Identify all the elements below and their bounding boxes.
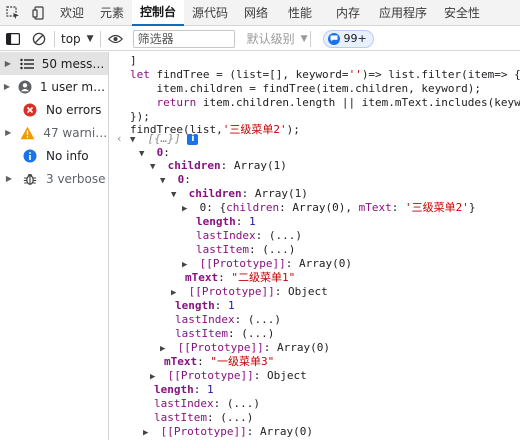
tree-property[interactable]: lastItem: (...) [175,327,274,341]
tree-property[interactable]: lastIndex: (...) [175,313,281,327]
list-icon [20,56,34,72]
expand-triangle-icon[interactable]: ▶ [171,286,182,300]
tab-security[interactable]: 安全性 [434,0,490,26]
code-line: }); [130,110,150,123]
sidebar-item-label: 3 verbose [46,171,106,186]
tree-node[interactable]: ▶ [[Prototype]]: Array(0) [143,425,313,439]
expand-triangle-icon[interactable]: ▶ [150,370,161,384]
context-selector[interactable]: top ▼ [57,29,98,49]
expand-triangle-icon[interactable]: ▶ [182,202,193,216]
sidebar-item-warnings[interactable]: ▶ 47 warnings [0,121,108,144]
sidebar-item-label: No errors [46,102,102,117]
expand-arrow-icon[interactable]: ▶ [2,59,14,68]
tree-property: length: 1 [196,215,256,228]
collapse-triangle-icon[interactable]: ▼ [160,174,171,188]
console-sidebar: ▶ 50 messages ▶ 1 user message No errors… [0,52,109,440]
tab-sources[interactable]: 源代码 [184,0,236,26]
collapse-triangle-icon[interactable]: ▼ [150,160,161,174]
code-line: return item.children.length || item.mTex… [130,96,520,109]
tree-node[interactable]: ▶ 0: {children: Array(0), mText: '三级菜单2'… [182,201,475,215]
tree-node[interactable]: ▶ [[Prototype]]: Array(0) [160,341,330,355]
toolbar-divider [99,30,101,47]
chevron-down-icon: ▼ [300,33,308,44]
user-icon [18,79,32,95]
collapse-triangle-icon[interactable]: ▼ [171,188,182,202]
devtools-tab-bar: 欢迎 元素 控制台 源代码 网络 性能 内存 应用程序 安全性 [0,0,520,26]
inspect-element-icon[interactable] [0,0,26,26]
tree-property[interactable]: lastItem: (...) [196,243,295,257]
sidebar-item-label: 1 user message [39,79,108,94]
expand-triangle-icon[interactable]: ▶ [182,258,193,272]
tree-property: length: 1 [175,299,235,312]
expand-arrow-icon[interactable]: ▶ [2,128,14,137]
tree-property: mText: "二级菜单1" [185,271,296,284]
collapse-triangle-icon[interactable]: ▼ [130,133,141,147]
expand-triangle-icon[interactable]: ▶ [143,426,154,440]
tree-property: length: 1 [154,383,214,396]
sidebar-item-errors[interactable]: No errors [0,98,108,121]
expand-arrow-icon[interactable]: ▶ [2,174,16,183]
tree-node[interactable]: ▼ children: Array(1) [150,159,287,173]
filter-input[interactable] [132,29,235,48]
tab-memory[interactable]: 内存 [324,0,372,26]
tree-node[interactable]: ▼ 0: [160,173,191,187]
tree-node[interactable]: ▶ [[Prototype]]: Object [150,369,307,383]
tree-property: mText: "一级菜单3" [164,355,275,368]
device-emulation-icon[interactable] [26,0,52,26]
result-summary[interactable]: ▼ [{…}] i [130,132,199,147]
issues-chat-icon [327,32,340,45]
clear-console-icon[interactable] [26,27,52,51]
tab-performance[interactable]: 性能 [276,0,324,26]
sidebar-item-label: No info [46,148,89,163]
tab-welcome[interactable]: 欢迎 [52,0,92,26]
console-output[interactable]: ] let findTree = (list=[], keyword='')=>… [110,52,520,440]
console-toolbar: top ▼ 默认级别 ▼ 99+ [0,27,520,51]
sidebar-item-messages[interactable]: ▶ 50 messages [0,52,108,75]
tab-elements[interactable]: 元素 [92,0,132,26]
collapse-triangle-icon[interactable]: ▼ [139,147,150,161]
code-line: item.children = findTree(item.children, … [130,82,481,95]
warning-icon [20,125,35,141]
tree-node[interactable]: ▶ [[Prototype]]: Object [171,285,328,299]
info-badge-icon[interactable]: i [187,133,199,145]
code-line: let findTree = (list=[], keyword='')=> l… [130,68,520,81]
log-levels-dropdown[interactable]: 默认级别 ▼ [247,30,308,47]
sidebar-item-verbose[interactable]: ▶ 3 verbose [0,167,108,190]
sidebar-item-label: 50 messages [41,56,108,71]
tree-property[interactable]: lastIndex: (...) [196,229,302,243]
toolbar-divider [309,30,311,47]
sidebar-toggle-icon[interactable] [0,27,26,51]
sidebar-item-info[interactable]: No info [0,144,108,167]
bug-icon [22,171,38,187]
array-preview: [{…}] [147,132,181,145]
info-icon [22,148,38,164]
tree-node[interactable]: ▶ [[Prototype]]: Array(0) [182,257,352,271]
expand-triangle-icon[interactable]: ▶ [160,342,171,356]
issues-counter-button[interactable]: 99+ [322,29,374,48]
toolbar-divider [54,30,55,47]
error-icon [22,102,38,118]
sidebar-item-user-messages[interactable]: ▶ 1 user message [0,75,108,98]
live-expression-eye-icon[interactable] [103,27,129,51]
tab-console[interactable]: 控制台 [132,0,184,26]
sidebar-item-label: 47 warnings [43,125,108,140]
result-arrow-icon: ‹ [116,132,123,145]
tree-property[interactable]: lastItem: (...) [154,411,253,425]
chevron-down-icon: ▼ [86,33,94,44]
tab-application[interactable]: 应用程序 [372,0,434,26]
issues-count: 99+ [343,32,367,45]
expand-arrow-icon[interactable]: ▶ [2,82,12,91]
tab-network[interactable]: 网络 [236,0,276,26]
log-levels-label: 默认级别 [246,32,295,46]
tree-property[interactable]: lastIndex: (...) [154,397,260,411]
context-selector-value: top [61,31,81,46]
code-line: ] [130,54,137,67]
tree-node[interactable]: ▼ children: Array(1) [171,187,308,201]
tree-node[interactable]: ▼ 0: [139,146,170,160]
